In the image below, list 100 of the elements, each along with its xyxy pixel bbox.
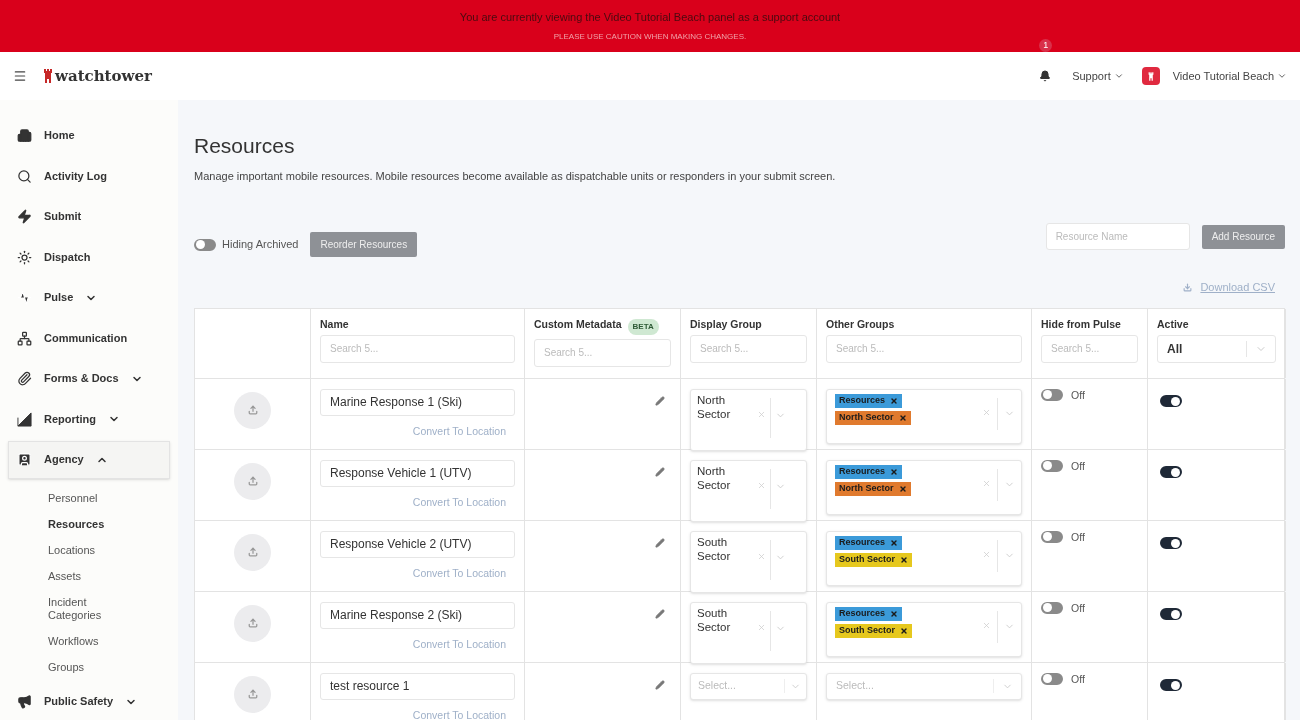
select-field[interactable]: North Sector <box>690 459 807 522</box>
filter-select[interactable]: All <box>1157 334 1276 363</box>
select-placeholder: Select... <box>698 678 737 694</box>
remove-tag-icon[interactable] <box>890 396 899 405</box>
sidebar-item-icon <box>17 128 32 143</box>
sidebar-item-label: Public Safety <box>44 694 114 710</box>
toggle-switch[interactable] <box>1041 601 1063 614</box>
column-header: Custom Metadata <box>534 316 622 332</box>
sidebar-item-label: Dispatch <box>44 249 91 265</box>
toggle-switch[interactable] <box>1041 388 1063 401</box>
toggle-switch[interactable] <box>194 238 216 251</box>
select-value: All <box>1167 340 1184 358</box>
name-field[interactable]: Marine Response 2 (Ski) <box>320 601 515 629</box>
select-field[interactable]: South Sector <box>690 601 807 664</box>
edit-icon[interactable] <box>655 537 665 548</box>
upload-icon <box>247 547 258 557</box>
column-header: Hide from Pulse <box>1041 316 1121 332</box>
sidebar-item[interactable]: Activity Log <box>8 157 170 195</box>
edit-icon[interactable] <box>655 679 665 690</box>
tag-label: Resources <box>839 535 886 549</box>
select-field[interactable]: Resources North Sector <box>826 459 1022 515</box>
select-value: South Sector <box>696 534 732 563</box>
beta-badge: BETA <box>627 318 659 335</box>
tag-label: North Sector <box>839 410 894 424</box>
sidebar-item-label: Submit <box>44 209 82 225</box>
sidebar-subitem[interactable]: Workflows <box>48 628 128 654</box>
toggle-switch[interactable] <box>1041 459 1063 472</box>
remove-tag-icon[interactable] <box>900 626 908 635</box>
remove-tag-icon[interactable] <box>890 538 899 547</box>
sidebar-item-icon <box>17 694 32 709</box>
sidebar-subitem[interactable]: Groups <box>48 654 128 680</box>
toggle-switch[interactable] <box>1041 672 1063 685</box>
sidebar-item-icon <box>17 168 32 184</box>
filter-field[interactable]: Search 5... <box>1041 334 1138 363</box>
sidebar-item[interactable]: Forms & Docs <box>8 359 170 398</box>
sidebar-item[interactable]: Reporting <box>8 400 170 438</box>
select-field[interactable]: Resources North Sector <box>826 388 1022 444</box>
sidebar-item-label: Forms & Docs <box>44 371 119 387</box>
banner-caution: PLEASE USE CAUTION WHEN MAKING CHANGES. <box>553 31 747 44</box>
name-field[interactable]: Response Vehicle 1 (UTV) <box>320 459 515 487</box>
upload-icon <box>247 405 258 415</box>
sidebar-item[interactable]: Home <box>8 116 170 155</box>
filter-field[interactable]: Search 5... <box>534 338 671 367</box>
toggle-switch[interactable] <box>1160 466 1182 478</box>
remove-tag-icon[interactable] <box>898 484 907 493</box>
name-field[interactable]: Response Vehicle 2 (UTV) <box>320 530 515 558</box>
sidebar-item[interactable]: Pulse <box>8 278 170 317</box>
tower-logo-icon <box>43 69 53 83</box>
sidebar-subitem[interactable]: Resources <box>48 511 128 537</box>
edit-icon[interactable] <box>655 395 665 406</box>
upload-icon <box>247 476 258 486</box>
remove-tag-icon[interactable] <box>898 413 907 422</box>
column-header: Display Group <box>690 316 762 332</box>
sidebar-item-icon <box>17 452 32 467</box>
select-field[interactable]: South Sector <box>690 530 807 593</box>
sidebar-item[interactable]: Public Safety <box>8 682 170 720</box>
sidebar-subitem[interactable]: Assets <box>48 563 128 589</box>
filter-field[interactable]: Search 5... <box>320 334 515 363</box>
toggle-label: Off <box>1071 530 1085 544</box>
sidebar-item[interactable]: Communication <box>8 319 170 357</box>
select-field[interactable]: North Sector <box>690 388 807 451</box>
sidebar-item-icon <box>17 209 32 224</box>
banner-message: You are currently viewing the Video Tutorial Beach panel as a support account <box>459 9 841 25</box>
sidebar-item-label: Home <box>44 128 75 144</box>
edit-icon[interactable] <box>655 608 665 619</box>
toggle-switch[interactable] <box>1041 530 1063 543</box>
remove-tag-icon[interactable] <box>900 555 908 564</box>
select-field[interactable]: Resources South Sector <box>826 601 1022 657</box>
sidebar-item-icon <box>17 249 32 265</box>
sidebar-subitem[interactable]: Incident Categories <box>48 589 128 628</box>
menu-icon[interactable] <box>13 69 27 83</box>
filter-field[interactable]: Search 5... <box>690 334 807 363</box>
sidebar-item[interactable]: Submit <box>8 197 170 236</box>
filter-field[interactable]: Search 5... <box>826 334 1022 363</box>
download-icon <box>1183 282 1193 292</box>
sidebar-subitem[interactable]: Personnel <box>48 485 128 511</box>
toggle-switch[interactable] <box>1160 679 1182 691</box>
sidebar-item[interactable]: Agency <box>8 440 170 479</box>
toggle-switch[interactable] <box>1160 608 1182 620</box>
bell-icon[interactable] <box>1039 70 1052 82</box>
select-field[interactable]: Resources South Sector <box>826 530 1022 586</box>
organization-menu[interactable]: Video Tutorial Beach <box>1172 67 1287 85</box>
toggle-label: Off <box>1071 388 1085 402</box>
edit-icon[interactable] <box>655 466 665 477</box>
tag-label: South Sector <box>839 623 895 637</box>
sidebar-item-label: Communication <box>44 330 128 346</box>
sidebar-item[interactable]: Dispatch <box>8 238 170 276</box>
upload-icon <box>247 689 258 699</box>
name-field[interactable]: Marine Response 1 (Ski) <box>320 388 515 416</box>
remove-tag-icon[interactable] <box>890 609 899 618</box>
resource-name-field[interactable]: Resource Name <box>1045 223 1190 250</box>
toggle-label: Off <box>1071 601 1085 615</box>
support-menu[interactable]: Support <box>1072 67 1124 85</box>
chevron-down-icon <box>1113 71 1124 81</box>
toggle-switch[interactable] <box>1160 395 1182 407</box>
sidebar-subitem[interactable]: Locations <box>48 537 128 563</box>
sidebar-item-label: Activity Log <box>44 168 107 184</box>
remove-tag-icon[interactable] <box>890 467 899 476</box>
name-field[interactable]: test resource 1 <box>320 672 515 700</box>
toggle-switch[interactable] <box>1160 537 1182 549</box>
